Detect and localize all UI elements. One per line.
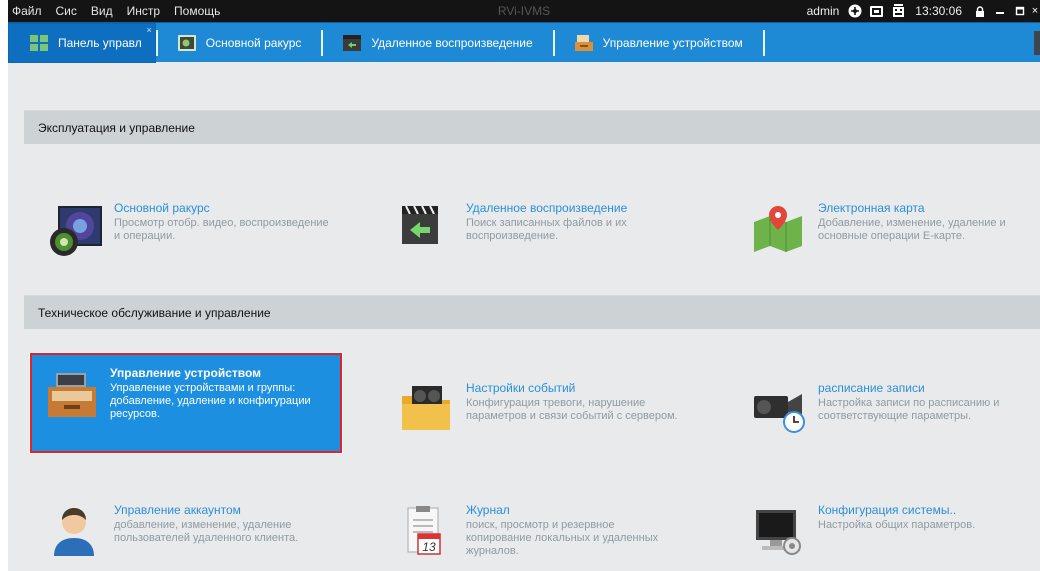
clock: 13:30:06 <box>915 4 962 18</box>
tab-separator <box>762 29 765 56</box>
tab-main-view[interactable]: Основной ракурс <box>166 23 314 63</box>
tile-main-view[interactable]: Основной ракурс Просмотр отобр. видео, в… <box>36 190 336 274</box>
tile-title: Электронная карта <box>818 201 925 215</box>
network-status-icon <box>847 4 862 19</box>
device-drawer-icon <box>48 373 96 417</box>
tab-bar: Панель управл × Основной ракурс Удаленно… <box>8 22 1040 63</box>
menu-file[interactable]: Файл <box>8 0 49 22</box>
tile-description: Поиск записанных файлов и их воспроизвед… <box>466 217 627 242</box>
tab-close-icon[interactable]: × <box>146 25 151 35</box>
tab-separator <box>321 29 324 56</box>
map-pin-icon <box>754 206 802 252</box>
tab-label: Панель управл <box>58 35 142 50</box>
tab-separator <box>552 29 555 56</box>
maximize-button[interactable] <box>1010 0 1030 22</box>
tile-account-management[interactable]: Управление аккаунтом добавление, изменен… <box>36 492 336 571</box>
section-title: Эксплуатация и управление <box>38 120 195 135</box>
calendar-day: 13 <box>422 540 436 554</box>
lock-button[interactable] <box>970 0 990 22</box>
user-account-icon <box>54 508 94 556</box>
tile-description: Добавление, изменение, удаление и основн… <box>818 217 1006 242</box>
tab-separator <box>155 29 158 56</box>
tab-label: Управление устройством <box>602 35 743 50</box>
tab-label: Основной ракурс <box>205 35 302 50</box>
memory-usage-icon <box>869 4 884 19</box>
tile-description: добавление, изменение, удаление пользова… <box>114 519 299 544</box>
tile-title: Конфигурация системы.. <box>818 503 957 517</box>
tile-description: Просмотр отобр. видео, воспроизведение и… <box>114 217 329 242</box>
menu-bar: Файл Сис Вид Инстр Помощь RVi-IVMS admin… <box>8 0 1040 22</box>
tile-title: Журнал <box>466 503 510 517</box>
tile-description: Конфигурация тревоги, нарушение параметр… <box>466 397 678 422</box>
close-button[interactable]: × <box>1030 0 1040 22</box>
tile-event-settings[interactable]: Настройки событий Конфигурация тревоги, … <box>388 370 688 454</box>
minimize-button[interactable] <box>990 0 1010 22</box>
tab-device-management[interactable]: Управление устройством <box>563 23 755 63</box>
tab-remote-playback[interactable]: Удаленное воспроизведение <box>331 23 544 63</box>
tile-title: расписание записи <box>818 381 925 395</box>
cpu-usage-icon <box>891 4 906 19</box>
menu-tools[interactable]: Инстр <box>120 0 167 22</box>
tile-title: Управление аккаунтом <box>114 503 241 517</box>
tile-description: Настройка общих параметров. <box>818 519 976 531</box>
tab-label: Удаленное воспроизведение <box>371 35 533 50</box>
main-view-icon <box>177 34 196 51</box>
tab-control-panel[interactable]: Панель управл × <box>8 22 156 63</box>
tile-title: Настройки событий <box>466 381 576 395</box>
tab-scroll-handle[interactable] <box>1034 31 1040 55</box>
user-name: admin <box>806 4 840 18</box>
event-folder-icon <box>402 386 450 430</box>
app-window: Файл Сис Вид Инстр Помощь RVi-IVMS admin… <box>8 0 1040 571</box>
menu-view[interactable]: Вид <box>84 0 120 22</box>
tile-title: Удаленное воспроизведение <box>466 201 628 215</box>
tile-log[interactable]: 13 Журнал поиск, просмотр и резервное ко… <box>388 492 688 571</box>
tile-title: Основной ракурс <box>114 201 210 215</box>
tile-system-config[interactable]: Конфигурация системы.. Настройка общих п… <box>740 492 1040 571</box>
section-maintenance-management: Техническое обслуживание и управление <box>24 295 1040 329</box>
tile-device-management[interactable]: Управление устройством Управление устрой… <box>29 352 343 454</box>
tile-title: Управление устройством <box>110 366 262 380</box>
menu-system[interactable]: Сис <box>49 0 84 22</box>
tile-description: поиск, просмотр и резервное копирование … <box>466 519 659 557</box>
log-calendar-icon: 13 <box>407 506 441 555</box>
dashboard-icon <box>30 34 48 51</box>
menu-help[interactable]: Помощь <box>167 0 227 22</box>
section-title: Техническое обслуживание и управление <box>38 305 271 320</box>
tile-record-schedule[interactable]: расписание записи Настройка записи по ра… <box>740 370 1040 454</box>
tile-e-map[interactable]: Электронная карта Добавление, изменение,… <box>740 190 1040 274</box>
clapperboard-replay-icon <box>402 205 438 244</box>
tile-description: Управление устройствами и группы: добавл… <box>110 382 311 420</box>
camera-lens-icon <box>50 206 102 256</box>
device-management-icon <box>574 34 593 51</box>
system-config-icon <box>756 510 801 555</box>
remote-playback-icon <box>343 34 362 51</box>
camcorder-clock-icon <box>754 394 805 433</box>
tile-remote-playback[interactable]: Удаленное воспроизведение Поиск записанн… <box>388 190 688 274</box>
tile-description: Настройка записи по расписанию и соответ… <box>818 397 1000 422</box>
section-operation-management: Эксплуатация и управление <box>24 110 1040 144</box>
